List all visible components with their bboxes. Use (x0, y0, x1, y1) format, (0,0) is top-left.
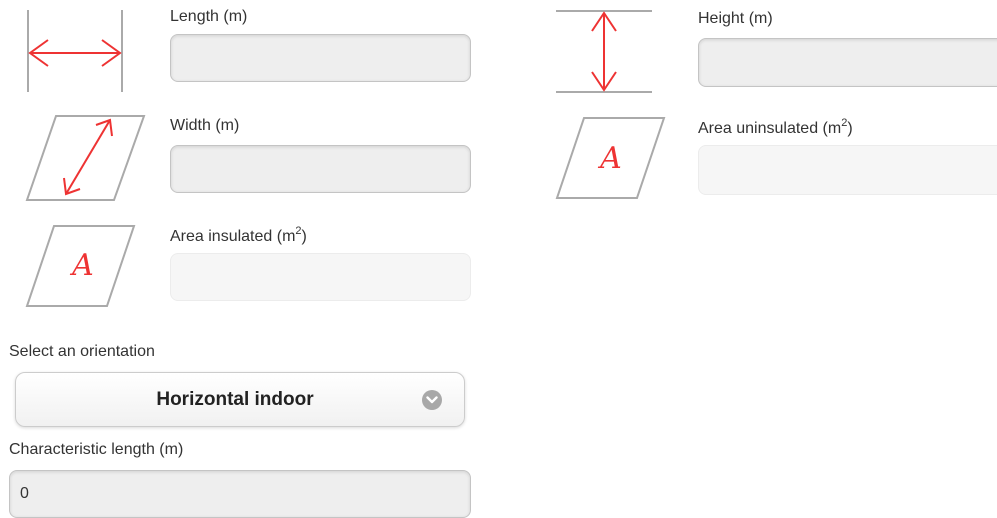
area-insulated-label-text: Area insulated (m (170, 228, 296, 245)
characteristic-length-label: Characteristic length (m) (9, 441, 184, 458)
length-arrow-icon (24, 10, 129, 94)
orientation-select[interactable]: Horizontal indoor (15, 372, 465, 427)
height-arrow-icon (556, 9, 652, 95)
orientation-selected-value: Horizontal indoor (156, 388, 314, 410)
width-label: Width (m) (170, 117, 240, 134)
height-label: Height (m) (698, 10, 773, 27)
area-uninsulated-label-sup: 2 (841, 116, 848, 129)
area-uninsulated-label-end: ) (847, 120, 853, 137)
width-parallelogram-icon (25, 114, 146, 202)
characteristic-length-input[interactable] (9, 470, 471, 518)
area-insulated-label: Area insulated (m2) (170, 224, 307, 246)
height-input[interactable] (698, 38, 997, 87)
length-input[interactable] (170, 34, 471, 82)
area-insulated-icon: A (25, 224, 136, 308)
area-letter: A (69, 248, 94, 283)
chevron-down-icon (422, 389, 442, 410)
area-uninsulated-icon: A (555, 116, 666, 200)
width-input[interactable] (170, 145, 471, 193)
area-insulated-label-sup: 2 (295, 224, 302, 237)
area-uninsulated-input (698, 145, 997, 195)
area-uninsulated-label-text: Area uninsulated (m (698, 120, 842, 137)
area-insulated-label-end: ) (301, 228, 307, 245)
orientation-prompt: Select an orientation (9, 343, 155, 360)
area-insulated-input (170, 253, 471, 301)
area-uninsulated-label: Area uninsulated (m2) (698, 116, 853, 138)
length-label: Length (m) (170, 8, 248, 25)
area-letter: A (597, 141, 622, 176)
